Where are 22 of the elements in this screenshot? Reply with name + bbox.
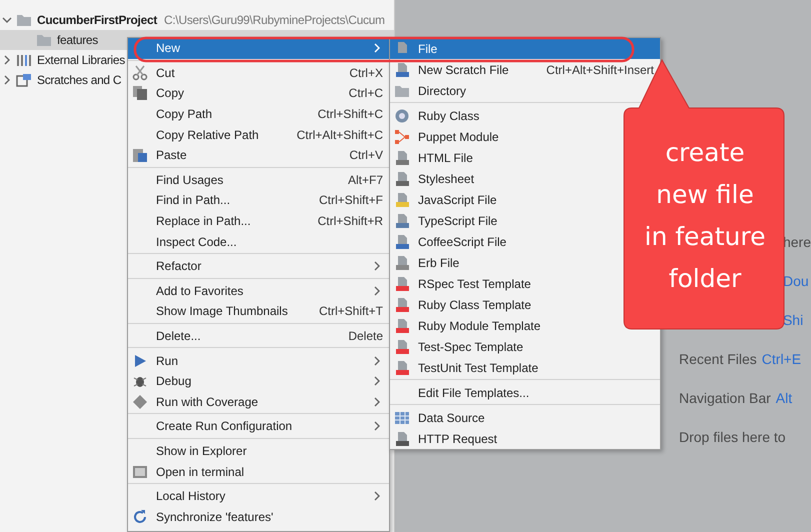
tree-label: CucumberFirstProject xyxy=(37,12,158,29)
tree-label: External Libraries xyxy=(37,52,125,69)
path-text: C:\Users\Guru99\RubymineProjects\Cucum xyxy=(164,12,385,29)
hint-text: Recent Files xyxy=(678,350,757,367)
tree-label: Scratches and C xyxy=(37,72,122,89)
shortcut-text: Ctrl+X xyxy=(349,64,383,82)
shortcut-text: Alt xyxy=(776,389,792,406)
shortcut-text: Ctrl+Alt+Shift+Insert xyxy=(546,62,654,78)
shortcut-text: Ctrl+Shift+T xyxy=(318,303,383,320)
shortcut-text: Ctrl+V xyxy=(349,147,383,164)
shortcut-text: Delete xyxy=(348,328,383,346)
hint-text: Navigation Bar xyxy=(678,389,771,406)
shortcut-text: Ctrl+Shift+C xyxy=(318,106,383,124)
callout-text: create new file in feature folder xyxy=(644,137,766,295)
hint-text: Drop files here to xyxy=(678,428,786,445)
tree-label: features xyxy=(57,32,98,49)
shortcut-text: Ctrl+Shift+R xyxy=(318,213,383,230)
shortcut-text: Alt+F7 xyxy=(348,172,383,189)
shortcut-text: Ctrl+E xyxy=(762,350,802,367)
shortcut-text: Ctrl+Shift+F xyxy=(318,192,383,210)
shortcut-text: Ctrl+C xyxy=(348,85,383,102)
shortcut-text: Ctrl+Alt+Shift+C xyxy=(296,126,383,144)
